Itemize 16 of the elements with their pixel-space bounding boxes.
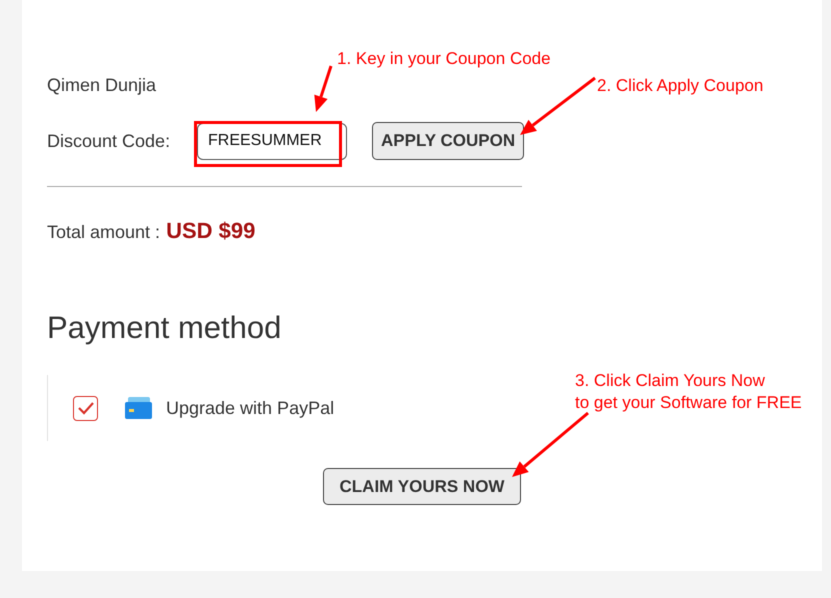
- annotation-text: 2. Click Apply Coupon: [597, 75, 764, 97]
- card-icon: [125, 397, 152, 419]
- product-name: Qimen Dunjia: [47, 74, 156, 96]
- check-icon: [76, 401, 94, 415]
- total-amount: USD $99: [166, 218, 256, 244]
- total-label: Total amount :: [47, 222, 160, 243]
- discount-label: Discount Code:: [47, 130, 172, 152]
- payment-heading: Payment method: [47, 310, 282, 346]
- discount-code-field[interactable]: FREESUMMER: [197, 122, 347, 160]
- apply-coupon-button[interactable]: APPLY COUPON: [372, 122, 524, 160]
- annotation-text: 1. Key in your Coupon Code: [337, 48, 551, 70]
- arrow: [314, 66, 332, 112]
- annotation-text: 3. Click Claim Yours Now to get your Software for FREE: [575, 370, 802, 414]
- payment-option-label: Upgrade with PayPal: [166, 398, 334, 418]
- checkbox[interactable]: [73, 396, 98, 420]
- claim-button[interactable]: CLAIM YOURS NOW: [322, 468, 522, 505]
